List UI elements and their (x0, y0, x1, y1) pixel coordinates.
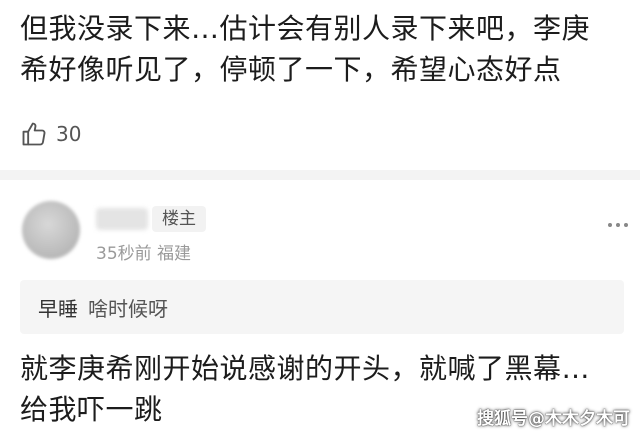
thumbs-up-icon (20, 120, 48, 148)
more-dots-icon[interactable] (608, 223, 628, 227)
like-button[interactable]: 30 (20, 118, 81, 150)
like-count: 30 (56, 122, 82, 146)
avatar[interactable] (22, 201, 80, 259)
comment-line: 希好像听见了，停顿了一下，希望心态好点 (20, 53, 562, 86)
comment-text: 但我没录下来…估计会有别人录下来吧，李庚 希好像听见了，停顿了一下，希望心态好点 (20, 8, 624, 90)
username-blurred[interactable] (96, 208, 148, 230)
reply-line: 就李庚希刚开始说感谢的开头，就喊了黑幕… (20, 352, 591, 385)
op-badge: 楼主 (152, 206, 206, 232)
quote-text: 啥时候呀 (88, 296, 168, 321)
comment-meta: 35秒前 福建 (96, 244, 192, 264)
section-divider (0, 170, 640, 180)
quoted-reply[interactable]: 早睡 啥时候呀 (20, 280, 624, 334)
watermark: 搜狐号@木木夕木可 (477, 409, 630, 429)
quote-username: 早睡 (38, 296, 78, 321)
comment-line: 但我没录下来…估计会有别人录下来吧，李庚 (20, 12, 591, 45)
